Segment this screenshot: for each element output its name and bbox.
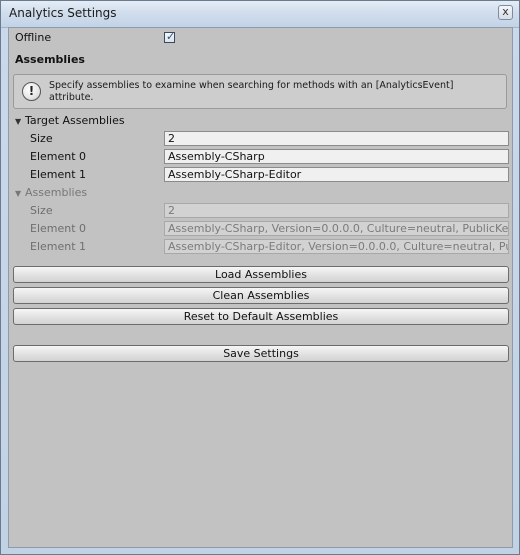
reset-default-assemblies-button[interactable]: Reset to Default Assemblies [13, 308, 509, 325]
target-assemblies-foldout[interactable]: ▼ Target Assemblies [15, 114, 125, 127]
clean-assemblies-button[interactable]: Clean Assemblies [13, 287, 509, 304]
offline-checkbox[interactable]: ✓ [164, 30, 176, 43]
help-box: ! Specify assemblies to examine when sea… [13, 74, 507, 109]
target-size-label: Size [30, 132, 53, 145]
target-element-0-label: Element 0 [30, 150, 87, 163]
assemblies-heading: Assemblies [15, 53, 85, 66]
target-assemblies-label: Target Assemblies [25, 114, 125, 127]
foldout-arrow-icon: ▼ [15, 189, 22, 198]
assemblies-element-1-label: Element 1 [30, 240, 87, 253]
assemblies-size-label: Size [30, 204, 53, 217]
target-element-1-field[interactable]: Assembly-CSharp-Editor [164, 167, 509, 182]
target-element-1-label: Element 1 [30, 168, 87, 181]
load-assemblies-button[interactable]: Load Assemblies [13, 266, 509, 283]
target-element-0-field[interactable]: Assembly-CSharp [164, 149, 509, 164]
assemblies-element-1-field: Assembly-CSharp-Editor, Version=0.0.0.0,… [164, 239, 509, 254]
save-settings-button[interactable]: Save Settings [13, 345, 509, 362]
warning-icon: ! [22, 82, 41, 101]
window-title: Analytics Settings [9, 6, 117, 20]
assemblies-element-0-label: Element 0 [30, 222, 87, 235]
offline-label: Offline [15, 31, 52, 44]
assemblies-label: Assemblies [25, 186, 88, 199]
close-button[interactable]: x [498, 5, 513, 20]
title-bar[interactable]: Analytics Settings x [1, 1, 519, 28]
close-icon: x [502, 5, 509, 18]
assemblies-foldout: ▼ Assemblies [15, 186, 87, 199]
analytics-settings-window: Analytics Settings x Offline ✓ Assemblie… [0, 0, 520, 555]
target-size-field[interactable]: 2 [164, 131, 509, 146]
settings-panel: Offline ✓ Assemblies ! Specify assemblie… [8, 27, 513, 548]
assemblies-size-field: 2 [164, 203, 509, 218]
foldout-arrow-icon: ▼ [15, 117, 22, 126]
checkmark-icon: ✓ [166, 30, 176, 43]
assemblies-element-0-field: Assembly-CSharp, Version=0.0.0.0, Cultur… [164, 221, 509, 236]
help-text: Specify assemblies to examine when searc… [49, 80, 454, 103]
